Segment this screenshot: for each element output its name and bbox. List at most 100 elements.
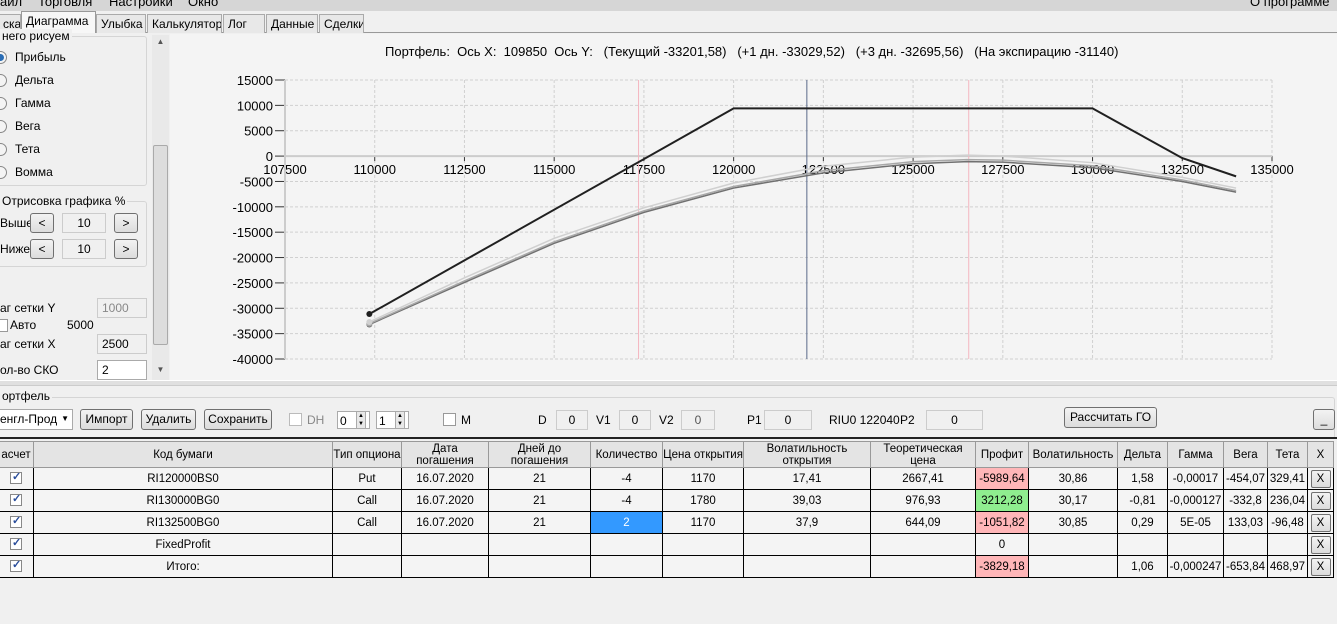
table-cell[interactable]	[401, 555, 489, 578]
table-row[interactable]: FixedProfit 0 X	[0, 533, 1334, 556]
tab-deals[interactable]: Сделки	[319, 14, 364, 33]
scroll-thumb[interactable]	[153, 145, 168, 345]
menu-file[interactable]: айл	[0, 0, 22, 9]
delete-row-button[interactable]: X	[1310, 469, 1331, 488]
table-cell[interactable]: RI120000BS0	[33, 467, 333, 490]
above-value-field[interactable]: 10	[62, 213, 106, 233]
column-header[interactable]: Дельта	[1117, 441, 1168, 468]
p1-field[interactable]: 0	[764, 410, 812, 430]
table-cell[interactable]: 329,41	[1267, 467, 1308, 490]
table-cell[interactable]: 1,58	[1117, 467, 1168, 490]
table-cell[interactable]	[1028, 555, 1118, 578]
below-increase-button[interactable]: >	[114, 239, 138, 259]
left-panel-scrollbar[interactable]: ▲ ▼	[152, 35, 169, 380]
grid-y-field[interactable]: 1000	[97, 298, 147, 318]
column-header[interactable]: Вега	[1223, 441, 1268, 468]
m-checkbox[interactable]	[443, 413, 456, 426]
column-header[interactable]: Дней до погашения	[488, 441, 591, 468]
table-cell[interactable]	[662, 555, 744, 578]
portfolio-select[interactable]: енгл-Прод ▼	[0, 409, 73, 430]
column-header[interactable]: Гамма	[1167, 441, 1224, 468]
delete-row-button[interactable]: X	[1310, 513, 1331, 532]
above-increase-button[interactable]: >	[114, 213, 138, 233]
table-cell[interactable]: 0,29	[1117, 511, 1168, 534]
table-cell[interactable]	[1117, 533, 1168, 556]
table-cell[interactable]: 236,04	[1267, 489, 1308, 512]
table-cell[interactable]: -0,81	[1117, 489, 1168, 512]
table-cell[interactable]: -4	[590, 489, 663, 512]
dh-checkbox[interactable]	[289, 413, 302, 426]
table-cell[interactable]: -454,07	[1223, 467, 1268, 490]
table-cell[interactable]: 30,85	[1028, 511, 1118, 534]
table-cell[interactable]: 2667,41	[870, 467, 976, 490]
table-cell[interactable]: -0,000247	[1167, 555, 1224, 578]
table-cell[interactable]: 16.07.2020	[401, 467, 489, 490]
table-cell[interactable]: -653,84	[1223, 555, 1268, 578]
table-row[interactable]: RI132500BG0Call16.07.2020212117037,9644,…	[0, 511, 1334, 534]
table-cell[interactable]: 21	[488, 489, 591, 512]
table-row[interactable]: Итого: -3829,18 1,06-0,000247-653,84468,97…	[0, 555, 1334, 578]
table-cell[interactable]	[590, 533, 663, 556]
tab-smile[interactable]: Улыбка	[96, 14, 146, 33]
table-cell[interactable]	[743, 533, 871, 556]
calc-checkbox-cell[interactable]	[0, 489, 34, 512]
table-cell[interactable]: 37,9	[743, 511, 871, 534]
calc-checkbox[interactable]	[10, 558, 22, 573]
delete-row-button[interactable]: X	[1310, 557, 1331, 576]
table-cell[interactable]: 468,97	[1267, 555, 1308, 578]
table-cell[interactable]: 1170	[662, 511, 744, 534]
table-cell[interactable]: 5E-05	[1167, 511, 1224, 534]
table-cell[interactable]: Call	[332, 511, 402, 534]
v1-field[interactable]: 0	[619, 410, 651, 430]
delete-row-button[interactable]: X	[1310, 491, 1331, 510]
table-cell[interactable]: 30,17	[1028, 489, 1118, 512]
table-cell[interactable]: Итого:	[33, 555, 333, 578]
calc-checkbox[interactable]	[10, 492, 22, 507]
table-cell[interactable]	[1267, 533, 1308, 556]
sko-field[interactable]: 2	[97, 360, 147, 380]
column-header[interactable]: Тета	[1267, 441, 1308, 468]
table-cell[interactable]: 17,41	[743, 467, 871, 490]
spin1-arrows-icon[interactable]: ▲ ▼	[356, 411, 366, 429]
table-cell[interactable]	[870, 533, 976, 556]
column-header[interactable]: Профит	[975, 441, 1029, 468]
calc-checkbox-cell[interactable]	[0, 555, 34, 578]
table-cell[interactable]: -3829,18	[975, 555, 1029, 578]
table-cell[interactable]	[1167, 533, 1224, 556]
scroll-down-icon[interactable]: ▼	[152, 365, 169, 374]
calculate-go-button[interactable]: Рассчитать ГО	[1064, 407, 1157, 428]
column-header[interactable]: X	[1307, 441, 1334, 468]
table-cell[interactable]: 133,03	[1223, 511, 1268, 534]
table-cell[interactable]	[401, 533, 489, 556]
table-cell[interactable]: 21	[488, 511, 591, 534]
table-cell[interactable]: 644,09	[870, 511, 976, 534]
splitter[interactable]	[0, 380, 1337, 386]
table-cell[interactable]: 2	[590, 511, 663, 534]
table-cell[interactable]: 3212,28	[975, 489, 1029, 512]
table-cell[interactable]	[332, 555, 402, 578]
table-cell[interactable]	[870, 555, 976, 578]
calc-checkbox-cell[interactable]	[0, 467, 34, 490]
table-cell[interactable]: 976,93	[870, 489, 976, 512]
calc-checkbox-cell[interactable]	[0, 511, 34, 534]
menu-settings[interactable]: Настройки	[109, 0, 173, 9]
table-cell[interactable]: 39,03	[743, 489, 871, 512]
save-button[interactable]: Сохранить	[204, 409, 272, 430]
table-cell[interactable]: 1170	[662, 467, 744, 490]
table-cell[interactable]: 16.07.2020	[401, 489, 489, 512]
table-row[interactable]: RI130000BG0Call16.07.202021-4178039,0397…	[0, 489, 1334, 512]
column-header[interactable]: Цена открытия	[662, 441, 744, 468]
calc-checkbox[interactable]	[10, 514, 22, 529]
below-value-field[interactable]: 10	[62, 239, 106, 259]
table-cell[interactable]	[743, 555, 871, 578]
table-cell[interactable]: Put	[332, 467, 402, 490]
table-cell[interactable]: Call	[332, 489, 402, 512]
v2-field[interactable]: 0	[681, 410, 715, 430]
table-cell[interactable]: 1780	[662, 489, 744, 512]
table-cell[interactable]: RI130000BG0	[33, 489, 333, 512]
tab-log[interactable]: Лог	[223, 14, 265, 33]
table-cell[interactable]: 30,86	[1028, 467, 1118, 490]
calc-checkbox-cell[interactable]	[0, 533, 34, 556]
column-header[interactable]: Волатильность открытия	[743, 441, 871, 468]
table-row[interactable]: RI120000BS0Put16.07.202021-4117017,41266…	[0, 467, 1334, 490]
